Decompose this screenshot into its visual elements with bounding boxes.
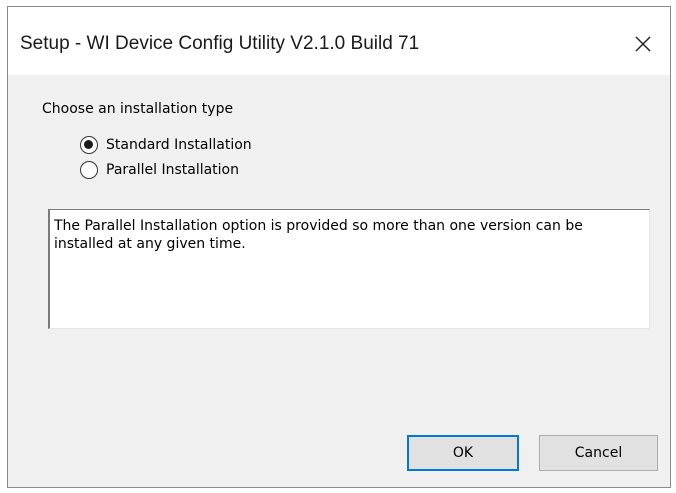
ok-button[interactable]: OK (407, 435, 519, 471)
install-type-label: Choose an installation type (42, 101, 234, 117)
radio-selected-icon[interactable] (80, 136, 98, 154)
parallel-installation-label[interactable]: Parallel Installation (106, 162, 239, 178)
parallel-installation-radio[interactable]: Parallel Installation (80, 159, 239, 181)
close-icon (635, 36, 651, 52)
cancel-button[interactable]: Cancel (539, 435, 658, 471)
setup-dialog: Setup - WI Device Config Utility V2.1.0 … (7, 6, 671, 488)
close-button[interactable] (630, 31, 656, 57)
standard-installation-radio[interactable]: Standard Installation (80, 134, 252, 156)
title-bar: Setup - WI Device Config Utility V2.1.0 … (8, 7, 670, 75)
radio-unselected-icon[interactable] (80, 161, 98, 179)
description-textbox[interactable]: The Parallel Installation option is prov… (48, 209, 650, 329)
standard-installation-label[interactable]: Standard Installation (106, 137, 252, 153)
window-title: Setup - WI Device Config Utility V2.1.0 … (20, 33, 420, 54)
